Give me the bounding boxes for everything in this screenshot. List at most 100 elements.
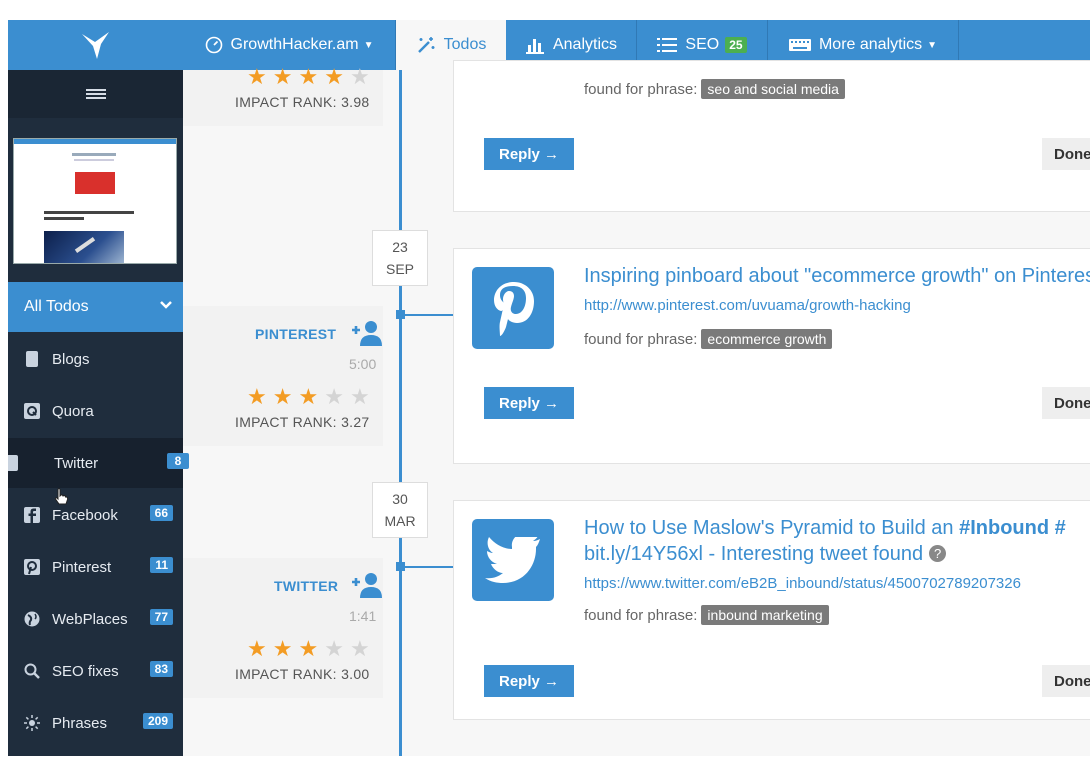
dashboard-gauge-icon xyxy=(205,36,223,54)
found-for-phrase: found for phrase: inbound marketing xyxy=(584,605,829,625)
done-button[interactable]: Done xyxy=(1042,138,1090,170)
rating-stars: ★ ★ ★ ★ ★ xyxy=(247,386,376,408)
title-line2-text: bit.ly/14Y56xl - Interesting tweet found xyxy=(584,543,924,565)
found-for-phrase: found for phrase: ecommerce growth xyxy=(584,329,833,349)
hamburger-icon xyxy=(85,87,106,101)
app-window: All Todos Blogs Quora Twitter 8 Facebook… xyxy=(8,20,1090,756)
impact-rank: IMPACT RANK: 3.00 xyxy=(235,666,370,682)
star-icon: ★ xyxy=(349,636,370,661)
sidebar: All Todos Blogs Quora Twitter 8 Facebook… xyxy=(8,20,189,756)
site-name: GrowthHacker.am xyxy=(230,36,359,53)
sidebar-item-phrases[interactable]: Phrases 209 xyxy=(8,698,183,748)
all-todos-dropdown[interactable]: All Todos xyxy=(8,282,183,332)
sidebar-item-label: Blogs xyxy=(52,350,90,368)
assign-user-icon[interactable] xyxy=(351,572,383,598)
timeline-line xyxy=(399,70,402,756)
star-icon: ★ xyxy=(298,384,319,409)
sidebar-item-label: Quora xyxy=(52,402,94,420)
sidebar-item-label: SEO fixes xyxy=(52,662,119,680)
star-icon: ★ xyxy=(324,384,344,409)
reply-button[interactable]: Reply → xyxy=(484,665,574,697)
found-label: found for phrase: xyxy=(584,80,698,98)
tab-label: Analytics xyxy=(552,36,618,53)
chevron-down-icon xyxy=(160,301,172,309)
sidebar-item-label: WebPlaces xyxy=(52,610,128,628)
rating-stars: ★ ★ ★ ★ ★ xyxy=(247,66,376,88)
magic-wand-icon xyxy=(416,36,436,54)
done-button[interactable]: Done xyxy=(1042,665,1090,697)
todo-card-top: found for phrase: seo and social media R… xyxy=(453,60,1090,212)
twitter-bird-icon xyxy=(472,519,554,601)
todo-meta: PINTEREST 5:00 ★ ★ ★ ★ ★ IMPACT RANK: 3.… xyxy=(183,306,383,446)
seo-count-badge: 25 xyxy=(725,37,747,53)
count-badge: 11 xyxy=(150,557,173,573)
tab-label: More analytics xyxy=(818,36,923,53)
caret-down-icon: ▼ xyxy=(927,39,938,51)
help-icon[interactable]: ? xyxy=(929,545,947,562)
reply-button[interactable]: Reply → xyxy=(484,387,574,419)
time-label: 5:00 xyxy=(349,356,377,372)
sidebar-item-twitter[interactable]: Twitter 8 xyxy=(8,438,189,488)
found-for-phrase: found for phrase: seo and social media xyxy=(584,79,845,99)
site-preview-thumbnail[interactable] xyxy=(13,138,177,264)
sidebar-item-seo-fixes[interactable]: SEO fixes 83 xyxy=(8,646,183,696)
date-month: MAR xyxy=(384,513,416,529)
bird-logo[interactable] xyxy=(8,20,183,70)
sidebar-item-blogs[interactable]: Blogs xyxy=(8,334,183,384)
caret-down-icon: ▼ xyxy=(363,39,374,51)
date-month: SEP xyxy=(385,261,414,277)
date-day: 23 xyxy=(392,239,408,255)
star-icon: ★ xyxy=(247,64,267,89)
found-label: found for phrase: xyxy=(584,330,698,348)
todo-feed: ★ ★ ★ ★ ★ IMPACT RANK: 3.98 found for ph… xyxy=(183,60,1090,756)
star-icon: ★ xyxy=(272,636,293,661)
count-badge: 83 xyxy=(149,661,173,677)
reply-button[interactable]: Reply → xyxy=(484,138,574,170)
source-label: TWITTER xyxy=(274,578,339,594)
timeline-connector xyxy=(401,314,453,316)
star-icon: ★ xyxy=(324,636,344,661)
star-icon: ★ xyxy=(272,384,293,409)
todo-url-link[interactable]: https://www.twitter.com/eB2B_inbound/sta… xyxy=(584,575,1021,592)
star-icon: ★ xyxy=(247,636,267,661)
twitter-icon xyxy=(8,455,18,475)
globe-icon xyxy=(24,611,40,627)
time-label: 1:41 xyxy=(349,608,377,624)
tab-site-selector[interactable]: GrowthHacker.am ▼ xyxy=(183,20,396,70)
date-box: 30 MAR xyxy=(372,482,428,538)
sidebar-item-quora[interactable]: Quora xyxy=(8,386,183,436)
facebook-icon xyxy=(24,507,40,523)
keyboard-icon xyxy=(788,39,811,51)
bird-logo-icon xyxy=(81,32,109,59)
star-icon: ★ xyxy=(298,636,319,661)
blog-icon xyxy=(24,351,40,367)
title-hashtag[interactable]: #Inbound # xyxy=(959,517,1066,539)
todo-title-line2[interactable]: bit.ly/14Y56xl - Interesting tweet found… xyxy=(584,543,947,566)
done-button[interactable]: Done xyxy=(1042,387,1090,419)
impact-rank: IMPACT RANK: 3.27 xyxy=(235,414,370,430)
count-badge: 66 xyxy=(149,505,173,521)
sidebar-item-webplaces[interactable]: WebPlaces 77 xyxy=(8,594,183,644)
date-box: 23 SEP xyxy=(372,230,428,286)
star-icon: ★ xyxy=(349,384,370,409)
pinterest-icon xyxy=(472,267,554,349)
tab-label: SEO xyxy=(685,36,720,53)
sidebar-item-label: Facebook xyxy=(52,506,118,524)
phrase-tag[interactable]: ecommerce growth xyxy=(701,329,833,349)
list-icon xyxy=(657,37,678,53)
bar-chart-icon xyxy=(525,36,545,54)
found-label: found for phrase: xyxy=(584,606,698,624)
menu-toggle-button[interactable] xyxy=(8,70,183,118)
sidebar-item-label: Phrases xyxy=(52,714,108,732)
sidebar-item-label: Pinterest xyxy=(52,558,112,576)
assign-user-icon[interactable] xyxy=(351,320,383,346)
todo-url-link[interactable]: http://www.pinterest.com/uvuama/growth-h… xyxy=(584,297,911,314)
phrase-tag[interactable]: inbound marketing xyxy=(701,605,829,625)
sidebar-item-pinterest[interactable]: Pinterest 11 xyxy=(8,542,183,592)
phrase-tag[interactable]: seo and social media xyxy=(701,79,845,99)
impact-rank: IMPACT RANK: 3.98 xyxy=(235,94,370,110)
todo-title-link[interactable]: Inspiring pinboard about "ecommerce grow… xyxy=(584,265,1090,288)
rating-stars: ★ ★ ★ ★ ★ xyxy=(247,638,376,660)
todo-title-link[interactable]: How to Use Maslow's Pyramid to Build an … xyxy=(584,517,1066,540)
sidebar-item-facebook[interactable]: Facebook 66 xyxy=(8,490,183,540)
